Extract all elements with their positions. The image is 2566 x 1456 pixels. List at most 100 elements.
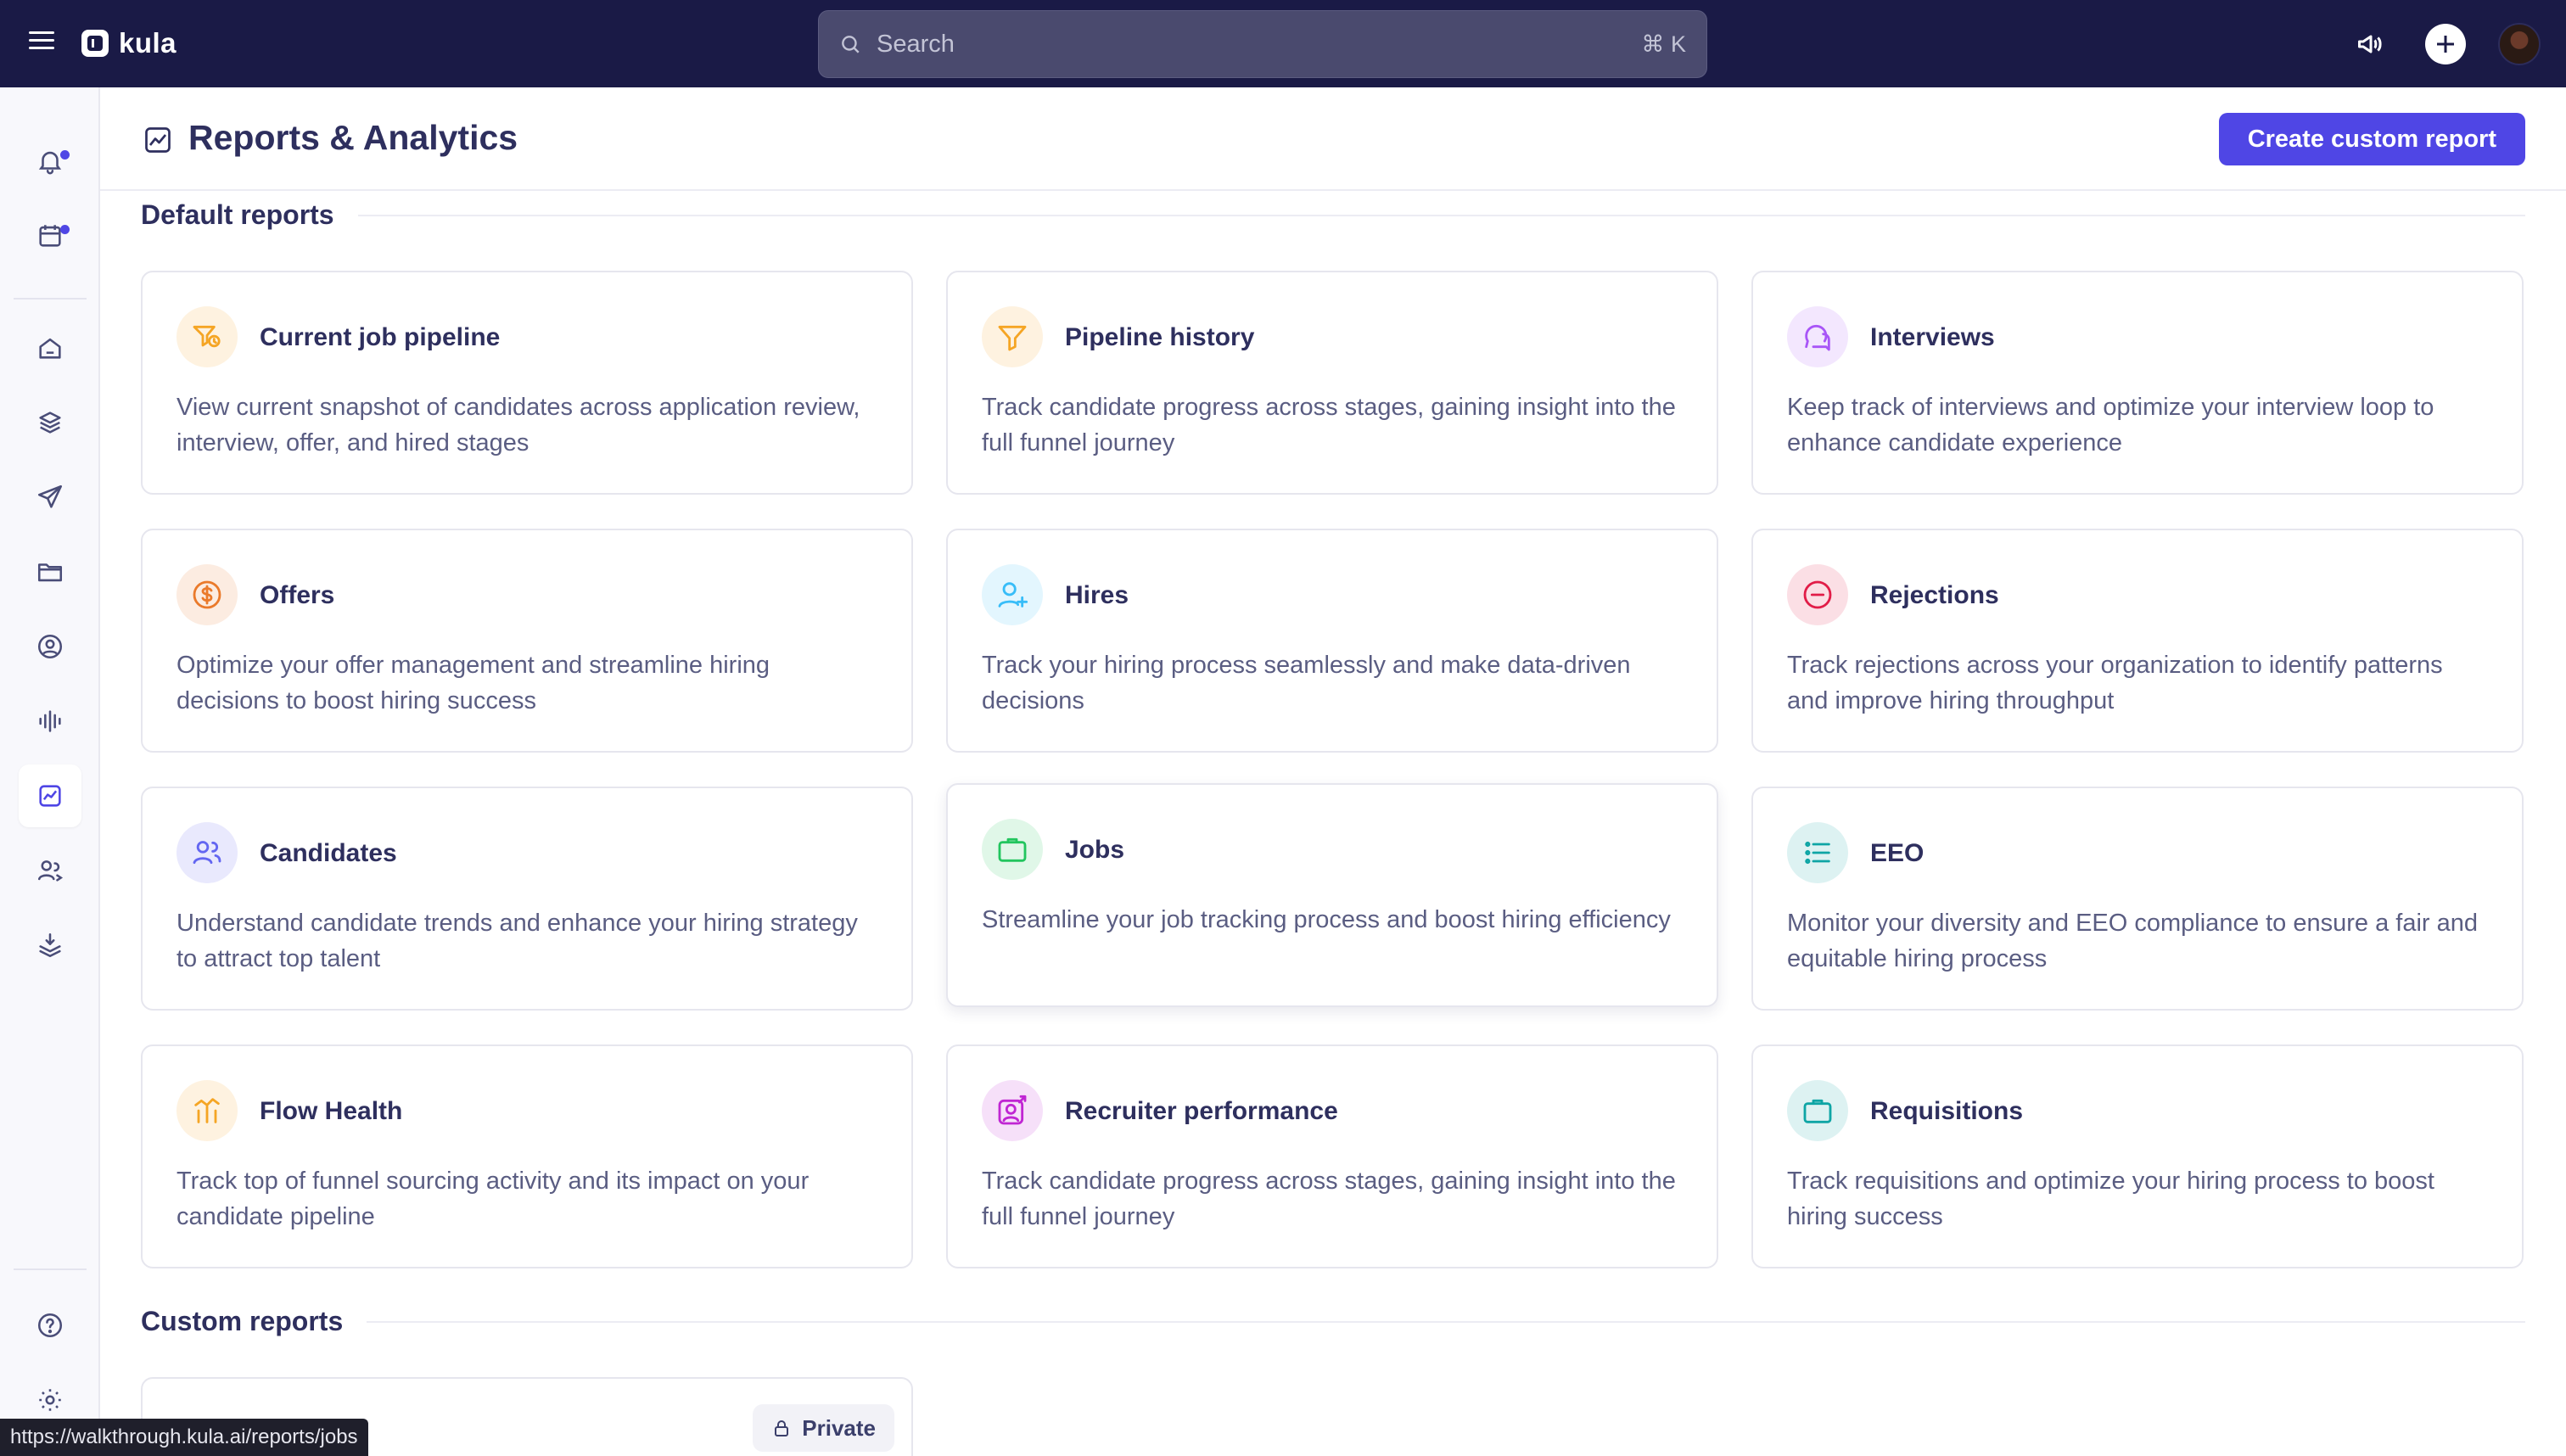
plus-icon	[2437, 36, 2454, 53]
report-card-candidates[interactable]: Candidates Understand candidate trends an…	[141, 787, 913, 1011]
sidebar-item-help[interactable]	[19, 1294, 81, 1357]
app-logo[interactable]: kula	[81, 27, 176, 59]
report-card-description: Track your hiring process seamlessly and…	[982, 652, 1631, 714]
report-card-description: Track candidate progress across stages, …	[982, 394, 1676, 456]
users-icon	[176, 822, 238, 883]
report-card-title: Offers	[260, 581, 335, 609]
sidebar-item-jobs[interactable]	[19, 391, 81, 454]
sidebar-item-reports[interactable]	[19, 764, 81, 827]
folder-icon	[37, 563, 63, 582]
report-card-current-job-pipeline[interactable]: Current job pipeline View current snapsho…	[141, 271, 913, 495]
bars-arrow-icon	[176, 1080, 238, 1141]
report-card-jobs[interactable]: Jobs Streamline your job tracking process…	[946, 783, 1718, 1007]
lock-icon	[775, 1420, 789, 1436]
report-card-title: Requisitions	[1870, 1097, 2024, 1125]
top-bar: kula Search ⌘ K	[0, 0, 2566, 87]
sidebar-item-files[interactable]	[19, 540, 81, 603]
layers-icon	[39, 412, 61, 434]
create-custom-report-button[interactable]: Create custom report	[2218, 113, 2525, 165]
report-card-offers[interactable]: Offers Optimize your offer management and…	[141, 529, 913, 753]
menu-icon[interactable]	[29, 31, 54, 57]
sidebar-item-notifications[interactable]	[19, 130, 81, 193]
report-card-description: Streamline your job tracking process and…	[982, 906, 1671, 933]
search-input[interactable]: Search ⌘ K	[818, 10, 1707, 78]
audio-wave-icon	[39, 710, 61, 732]
custom-reports-heading: Custom reports	[141, 1306, 344, 1336]
report-card-title: Candidates	[260, 839, 397, 867]
report-card-description: View current snapshot of candidates acro…	[176, 394, 860, 456]
chat-bubbles-icon	[1787, 306, 1848, 367]
sidebar-item-imports[interactable]	[19, 914, 81, 977]
report-card-title: Rejections	[1870, 581, 1999, 609]
briefcase-icon	[1787, 1080, 1848, 1141]
search-shortcut: ⌘ K	[1641, 31, 1686, 57]
minus-circle-icon	[1787, 564, 1848, 625]
main-content: Reports & Analytics Create custom report…	[100, 87, 2566, 1456]
default-reports-heading: Default reports	[141, 199, 334, 230]
sidebar-divider	[14, 1268, 87, 1270]
home-icon	[39, 338, 61, 359]
report-card-interviews[interactable]: Interviews Keep track of interviews and o…	[1751, 271, 2524, 495]
users-icon	[37, 860, 64, 882]
analytics-icon	[39, 785, 61, 807]
notification-dot	[60, 225, 70, 234]
page-title: Reports & Analytics	[188, 118, 518, 157]
status-bar-url: https://walkthrough.kula.ai/reports/jobs	[0, 1419, 368, 1456]
briefcase-icon	[982, 819, 1043, 880]
search-icon	[842, 36, 860, 53]
report-card-title: Current job pipeline	[260, 323, 501, 351]
add-button[interactable]	[2425, 24, 2466, 64]
private-label: Private	[802, 1414, 876, 1441]
user-plus-icon	[982, 564, 1043, 625]
private-badge: Private	[753, 1404, 894, 1452]
send-icon	[37, 484, 63, 508]
report-card-description: Track requisitions and optimize your hir…	[1787, 1168, 2434, 1230]
notification-dot	[60, 150, 70, 160]
sidebar-item-team[interactable]	[19, 839, 81, 902]
report-card-description: Track candidate progress across stages, …	[982, 1168, 1676, 1230]
pipeline-icon	[176, 306, 238, 367]
report-card-title: Jobs	[1065, 836, 1125, 864]
sidebar-item-voice[interactable]	[19, 690, 81, 753]
section-divider	[367, 1321, 2525, 1323]
sidebar-item-home[interactable]	[19, 316, 81, 379]
report-card-description: Track top of funnel sourcing activity an…	[176, 1168, 810, 1230]
gear-icon	[39, 1389, 61, 1411]
report-card-title: Flow Health	[260, 1097, 403, 1125]
report-card-title: Pipeline history	[1065, 323, 1255, 351]
report-card-eeo[interactable]: EEO Monitor your diversity and EEO compli…	[1751, 787, 2524, 1011]
report-card-description: Understand candidate trends and enhance …	[176, 910, 858, 972]
report-card-hires[interactable]: Hires Track your hiring process seamlessl…	[946, 529, 1718, 753]
report-card-description: Keep track of interviews and optimize yo…	[1787, 394, 2434, 456]
report-card-pipeline-history[interactable]: Pipeline history Track candidate progress…	[946, 271, 1718, 495]
sidebar-divider	[14, 298, 87, 300]
report-card-description: Track rejections across your organizatio…	[1787, 652, 2443, 714]
dollar-icon	[176, 564, 238, 625]
announcement-icon[interactable]	[2349, 22, 2393, 66]
analytics-icon	[145, 127, 171, 153]
section-divider	[358, 215, 2525, 216]
list-icon	[1787, 822, 1848, 883]
user-avatar[interactable]	[2498, 23, 2541, 65]
sidebar-item-outreach[interactable]	[19, 466, 81, 529]
report-card-title: Hires	[1065, 581, 1129, 609]
sidebar-item-candidates[interactable]	[19, 615, 81, 678]
help-icon	[37, 1313, 63, 1338]
report-card-flow-health[interactable]: Flow Health Track top of funnel sourcing …	[141, 1044, 913, 1268]
app-name: kula	[119, 27, 177, 59]
sidebar-item-calendar[interactable]	[19, 204, 81, 267]
report-card-description: Optimize your offer management and strea…	[176, 652, 770, 714]
report-card-recruiter-performance[interactable]: Recruiter performance Track candidate pro…	[946, 1044, 1718, 1268]
kula-logo-icon	[81, 30, 109, 57]
recruiter-icon	[982, 1080, 1043, 1141]
sidebar	[0, 87, 100, 1456]
report-card-requisitions[interactable]: Requisitions Track requisitions and optim…	[1751, 1044, 2524, 1268]
search-placeholder: Search	[877, 30, 955, 58]
bell-icon	[38, 151, 62, 175]
user-circle-icon	[37, 634, 63, 659]
report-card-rejections[interactable]: Rejections Track rejections across your o…	[1751, 529, 2524, 753]
download-stack-icon	[39, 932, 61, 958]
calendar-icon	[39, 225, 61, 247]
report-card-title: EEO	[1870, 839, 1924, 867]
report-card-title: Interviews	[1870, 323, 1995, 351]
